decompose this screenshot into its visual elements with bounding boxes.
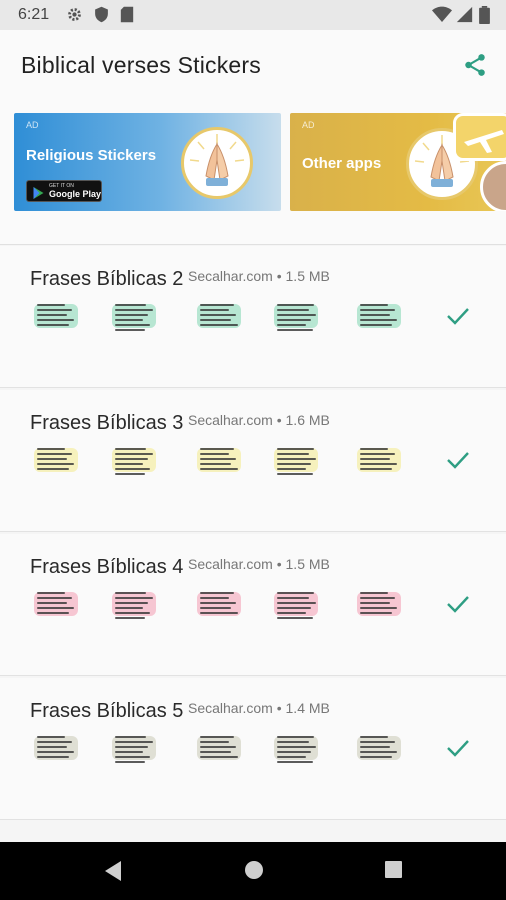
- sticker-thumbnail: [272, 586, 320, 622]
- portrait-app-icon: [480, 161, 506, 211]
- badge-store-name: Google Play: [49, 189, 102, 199]
- installed-check-icon: [446, 450, 470, 475]
- sticker-thumbnail: [110, 442, 158, 478]
- recents-icon[interactable]: [384, 860, 403, 884]
- sticker-pack-row[interactable]: Frases Bíblicas 3 Secalhar.com • 1.6 MB: [0, 390, 506, 532]
- play-store-icon: [33, 186, 44, 204]
- sd-card-icon: [120, 6, 134, 28]
- status-bar: 6:21: [0, 0, 506, 30]
- google-play-badge[interactable]: GET IT ON Google Play: [26, 180, 102, 202]
- signal-icon: [456, 6, 473, 28]
- sticker-thumbnail: [32, 298, 80, 334]
- shield-icon: [94, 6, 109, 28]
- sticker-thumbnail: [110, 730, 158, 766]
- religious-stickers-banner[interactable]: AD Religious Stickers GET IT ON Google P…: [14, 113, 281, 211]
- pack-size: 1.6 MB: [285, 412, 330, 428]
- other-apps-banner[interactable]: AD Other apps: [290, 113, 506, 211]
- gear-icon: [66, 6, 83, 28]
- pack-name: Frases Bíblicas 3: [30, 412, 184, 434]
- sticker-pack-row[interactable]: Frases Bíblicas 4 Secalhar.com • 1.5 MB: [0, 534, 506, 676]
- pack-name: Frases Bíblicas 5: [30, 700, 184, 722]
- ad-label: AD: [26, 120, 39, 130]
- sticker-thumbnail: [195, 730, 243, 766]
- praying-hands-icon: [181, 127, 253, 199]
- pack-author: Secalhar.com: [188, 556, 273, 572]
- pack-author: Secalhar.com: [188, 412, 273, 428]
- meta-separator: •: [276, 700, 282, 716]
- sticker-thumbnail: [32, 586, 80, 622]
- sticker-thumbnail: [32, 730, 80, 766]
- banner-title: Other apps: [302, 155, 382, 172]
- status-time: 6:21: [18, 6, 50, 23]
- installed-check-icon: [446, 738, 470, 763]
- banner-title: Religious Stickers: [26, 147, 157, 164]
- wifi-icon: [432, 6, 452, 28]
- sticker-thumbnail: [195, 298, 243, 334]
- sticker-thumbnail: [355, 586, 403, 622]
- ad-label: AD: [302, 120, 315, 130]
- sticker-pack-row[interactable]: Frases Bíblicas 5 Secalhar.com • 1.4 MB: [0, 678, 506, 820]
- pack-meta: Secalhar.com • 1.5 MB: [188, 268, 330, 284]
- sticker-thumbnail: [272, 298, 320, 334]
- pack-size: 1.5 MB: [285, 556, 330, 572]
- pack-meta: Secalhar.com • 1.6 MB: [188, 412, 330, 428]
- pack-author: Secalhar.com: [188, 268, 273, 284]
- battery-icon: [479, 6, 490, 29]
- sticker-pack-row[interactable]: Frases Bíblicas 2 Secalhar.com • 1.5 MB: [0, 246, 506, 388]
- meta-separator: •: [276, 556, 282, 572]
- sticker-thumbnail: [272, 730, 320, 766]
- back-icon[interactable]: [103, 860, 123, 887]
- pack-name: Frases Bíblicas 2: [30, 268, 184, 290]
- sticker-thumbnail: [195, 442, 243, 478]
- sticker-thumbnail: [355, 442, 403, 478]
- app-title: Biblical verses Stickers: [21, 52, 261, 78]
- airplane-app-icon: [453, 113, 506, 161]
- pack-name: Frases Bíblicas 4: [30, 556, 184, 578]
- installed-check-icon: [446, 594, 470, 619]
- sticker-thumbnail: [355, 298, 403, 334]
- sticker-thumbnail: [195, 586, 243, 622]
- meta-separator: •: [276, 412, 282, 428]
- app-bar: Biblical verses Stickers: [0, 30, 506, 102]
- home-icon[interactable]: [244, 860, 264, 885]
- pack-meta: Secalhar.com • 1.4 MB: [188, 700, 330, 716]
- system-nav-bar: [0, 842, 506, 900]
- meta-separator: •: [276, 268, 282, 284]
- sticker-thumbnail: [355, 730, 403, 766]
- sticker-thumbnail: [272, 442, 320, 478]
- pack-size: 1.4 MB: [285, 700, 330, 716]
- pack-author: Secalhar.com: [188, 700, 273, 716]
- sticker-thumbnail: [32, 442, 80, 478]
- pack-meta: Secalhar.com • 1.5 MB: [188, 556, 330, 572]
- installed-check-icon: [446, 306, 470, 331]
- sticker-thumbnail: [110, 586, 158, 622]
- ad-banner-carousel[interactable]: AD Religious Stickers GET IT ON Google P…: [0, 102, 506, 245]
- pack-size: 1.5 MB: [285, 268, 330, 284]
- sticker-thumbnail: [110, 298, 158, 334]
- share-icon[interactable]: [462, 52, 488, 83]
